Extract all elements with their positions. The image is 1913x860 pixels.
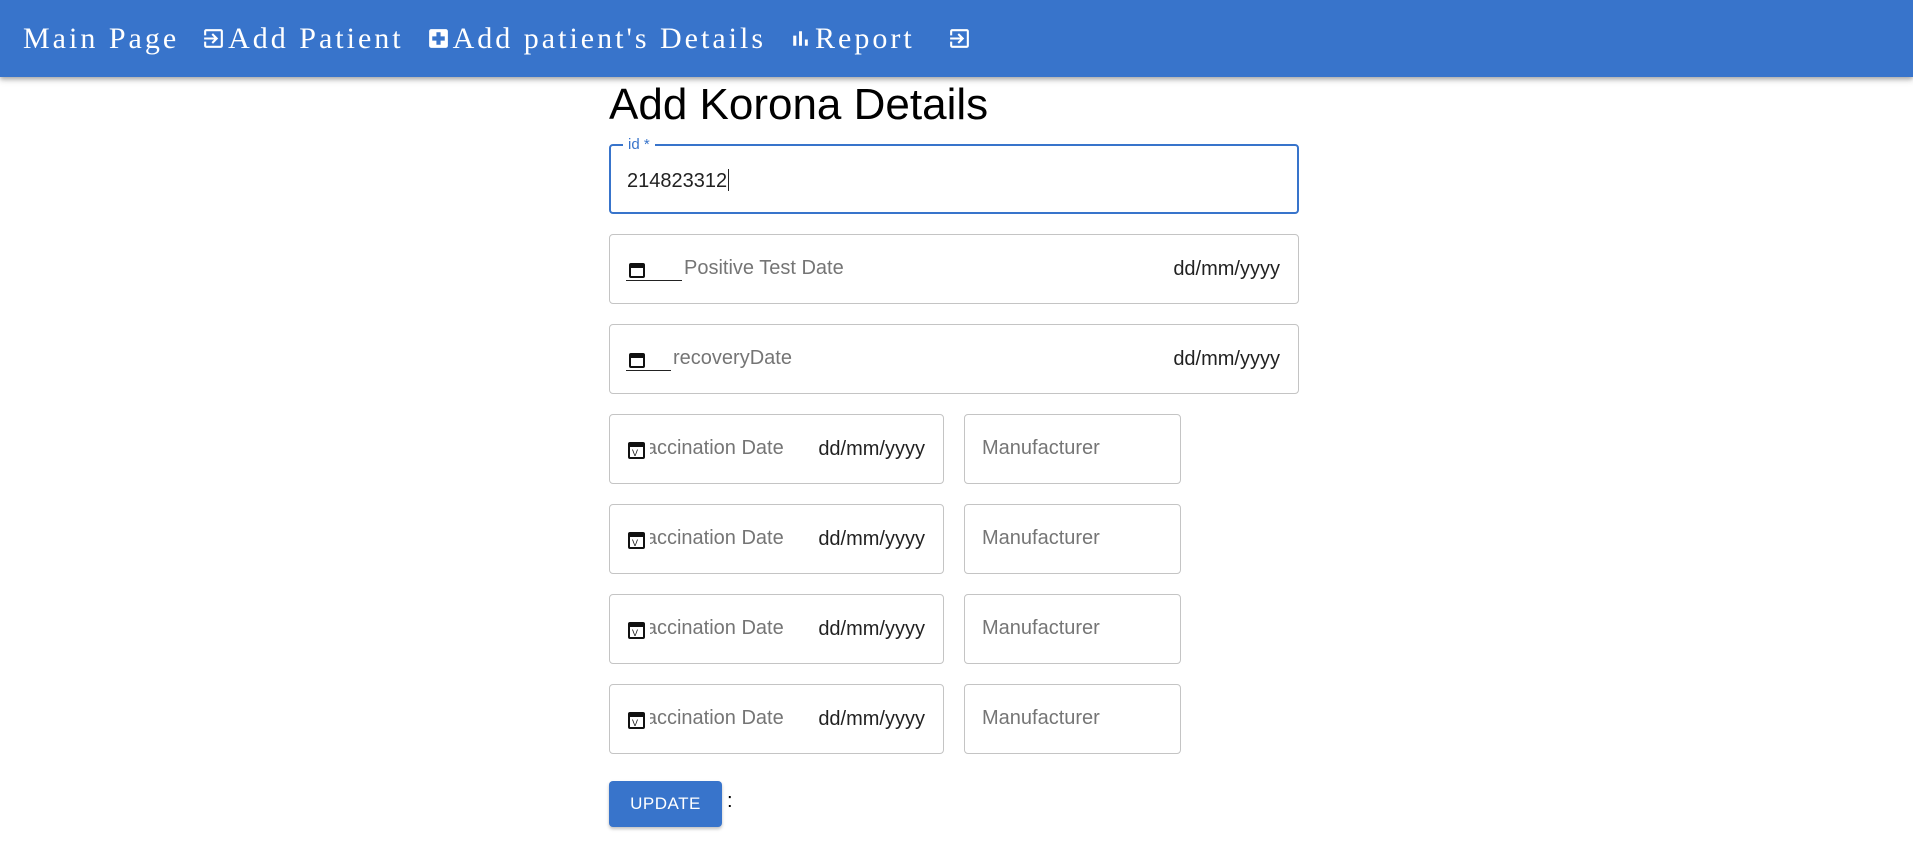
bar-chart-icon xyxy=(788,26,813,51)
svg-text:V: V xyxy=(632,448,638,458)
manufacturer-placeholder: Manufacturer xyxy=(982,437,1100,459)
vaccination-date-format: dd/mm/yyyy xyxy=(818,528,925,550)
positive-test-date-format: dd/mm/yyyy xyxy=(1173,258,1280,280)
vaccination-date-field-2[interactable]: V Vaccination Date dd/mm/yyyy xyxy=(609,504,944,574)
positive-test-date-field[interactable]: Positive Test Date dd/mm/yyyy xyxy=(609,234,1299,304)
calendar-icon xyxy=(628,351,646,369)
login-arrow-icon xyxy=(201,26,226,51)
vaccination-date-placeholder: Vaccination Date xyxy=(634,707,784,729)
nav-logout[interactable] xyxy=(947,26,974,51)
id-field-label: id * xyxy=(623,136,655,153)
positive-test-date-placeholder: Positive Test Date xyxy=(684,257,844,279)
calendar-icon xyxy=(628,261,646,279)
vaccination-date-format: dd/mm/yyyy xyxy=(818,708,925,730)
manufacturer-field-4[interactable]: Manufacturer xyxy=(964,684,1181,754)
medical-plus-icon xyxy=(426,26,451,51)
nav-add-details[interactable]: Add patient's Details xyxy=(426,22,766,56)
manufacturer-field-3[interactable]: Manufacturer xyxy=(964,594,1181,664)
vaccination-date-placeholder: Vaccination Date xyxy=(634,437,784,459)
id-field-value: 214823312 xyxy=(627,169,730,192)
logout-icon xyxy=(947,26,972,51)
status-text: : xyxy=(727,790,733,812)
calendar-icon: V xyxy=(627,530,647,550)
nav-add-patient-label: Add Patient xyxy=(228,21,404,55)
date-underline xyxy=(626,370,671,371)
update-button[interactable]: UPDATE xyxy=(609,781,722,827)
vaccination-date-field-1[interactable]: V Vaccination Date dd/mm/yyyy xyxy=(609,414,944,484)
manufacturer-field-2[interactable]: Manufacturer xyxy=(964,504,1181,574)
recovery-date-format: dd/mm/yyyy xyxy=(1173,348,1280,370)
svg-text:V: V xyxy=(632,538,638,548)
calendar-icon: V xyxy=(627,440,647,460)
vaccination-date-placeholder: Vaccination Date xyxy=(634,617,784,639)
svg-text:V: V xyxy=(632,718,638,728)
vaccination-date-format: dd/mm/yyyy xyxy=(818,438,925,460)
manufacturer-field-1[interactable]: Manufacturer xyxy=(964,414,1181,484)
svg-text:V: V xyxy=(632,628,638,638)
calendar-icon: V xyxy=(627,710,647,730)
vaccination-date-placeholder: Vaccination Date xyxy=(634,527,784,549)
id-field[interactable]: id * 214823312 xyxy=(609,136,1299,214)
nav-report-label: Report xyxy=(815,21,915,55)
nav-main-page-label: Main Page xyxy=(23,21,180,55)
date-underline xyxy=(626,280,682,281)
recovery-date-field[interactable]: recoveryDate dd/mm/yyyy xyxy=(609,324,1299,394)
nav-add-patient[interactable]: Add Patient xyxy=(201,22,404,56)
text-caret xyxy=(728,169,730,191)
vaccination-date-field-4[interactable]: V Vaccination Date dd/mm/yyyy xyxy=(609,684,944,754)
manufacturer-placeholder: Manufacturer xyxy=(982,617,1100,639)
calendar-icon: V xyxy=(627,620,647,640)
recovery-date-placeholder: recoveryDate xyxy=(673,347,792,369)
nav-main-page[interactable]: Main Page xyxy=(23,22,179,56)
nav-add-details-label: Add patient's Details xyxy=(452,21,766,55)
vaccination-date-field-3[interactable]: V Vaccination Date dd/mm/yyyy xyxy=(609,594,944,664)
manufacturer-placeholder: Manufacturer xyxy=(982,527,1100,549)
top-nav-bar: Main Page Add Patient Add patient's Deta… xyxy=(0,0,1913,77)
page-title: Add Korona Details xyxy=(609,80,989,129)
vaccination-date-format: dd/mm/yyyy xyxy=(818,618,925,640)
nav-report[interactable]: Report xyxy=(788,22,915,56)
manufacturer-placeholder: Manufacturer xyxy=(982,707,1100,729)
